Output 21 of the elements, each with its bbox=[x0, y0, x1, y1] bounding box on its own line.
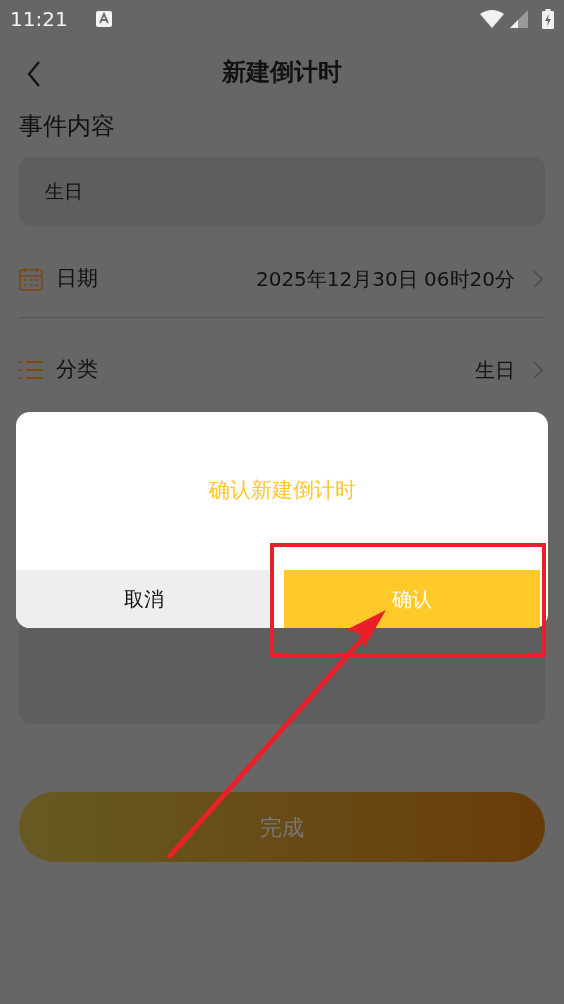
wifi-icon bbox=[480, 10, 504, 28]
row-label: 分类 bbox=[56, 356, 98, 384]
status-time: 11:21 bbox=[10, 6, 68, 33]
row-label: 日期 bbox=[56, 264, 98, 292]
calendar-icon bbox=[19, 266, 43, 291]
chevron-right-icon bbox=[533, 269, 543, 288]
list-icon bbox=[19, 360, 43, 380]
list-row[interactable]: 日期 2025年12月30日 06时20分 bbox=[19, 226, 545, 318]
signal-icon bbox=[510, 10, 528, 28]
page-title: 新建倒计时 bbox=[222, 57, 342, 88]
dialog-message: 确认新建倒计时 bbox=[208, 477, 356, 505]
list-row[interactable]: 分类 生日 bbox=[19, 318, 545, 422]
battery-charging-icon bbox=[542, 9, 554, 29]
keyboard-a-icon bbox=[95, 11, 112, 27]
row-value: 生日 bbox=[475, 357, 515, 384]
input-field[interactable]: 生日 bbox=[19, 157, 545, 226]
done-button[interactable]: 完成 bbox=[19, 792, 545, 862]
row-value: 2025年12月30日 06时20分 bbox=[255, 265, 515, 293]
field-label: 事件内容 bbox=[19, 111, 115, 142]
chevron-right-icon bbox=[533, 361, 543, 379]
cancel-button[interactable]: 取消 bbox=[16, 570, 272, 628]
